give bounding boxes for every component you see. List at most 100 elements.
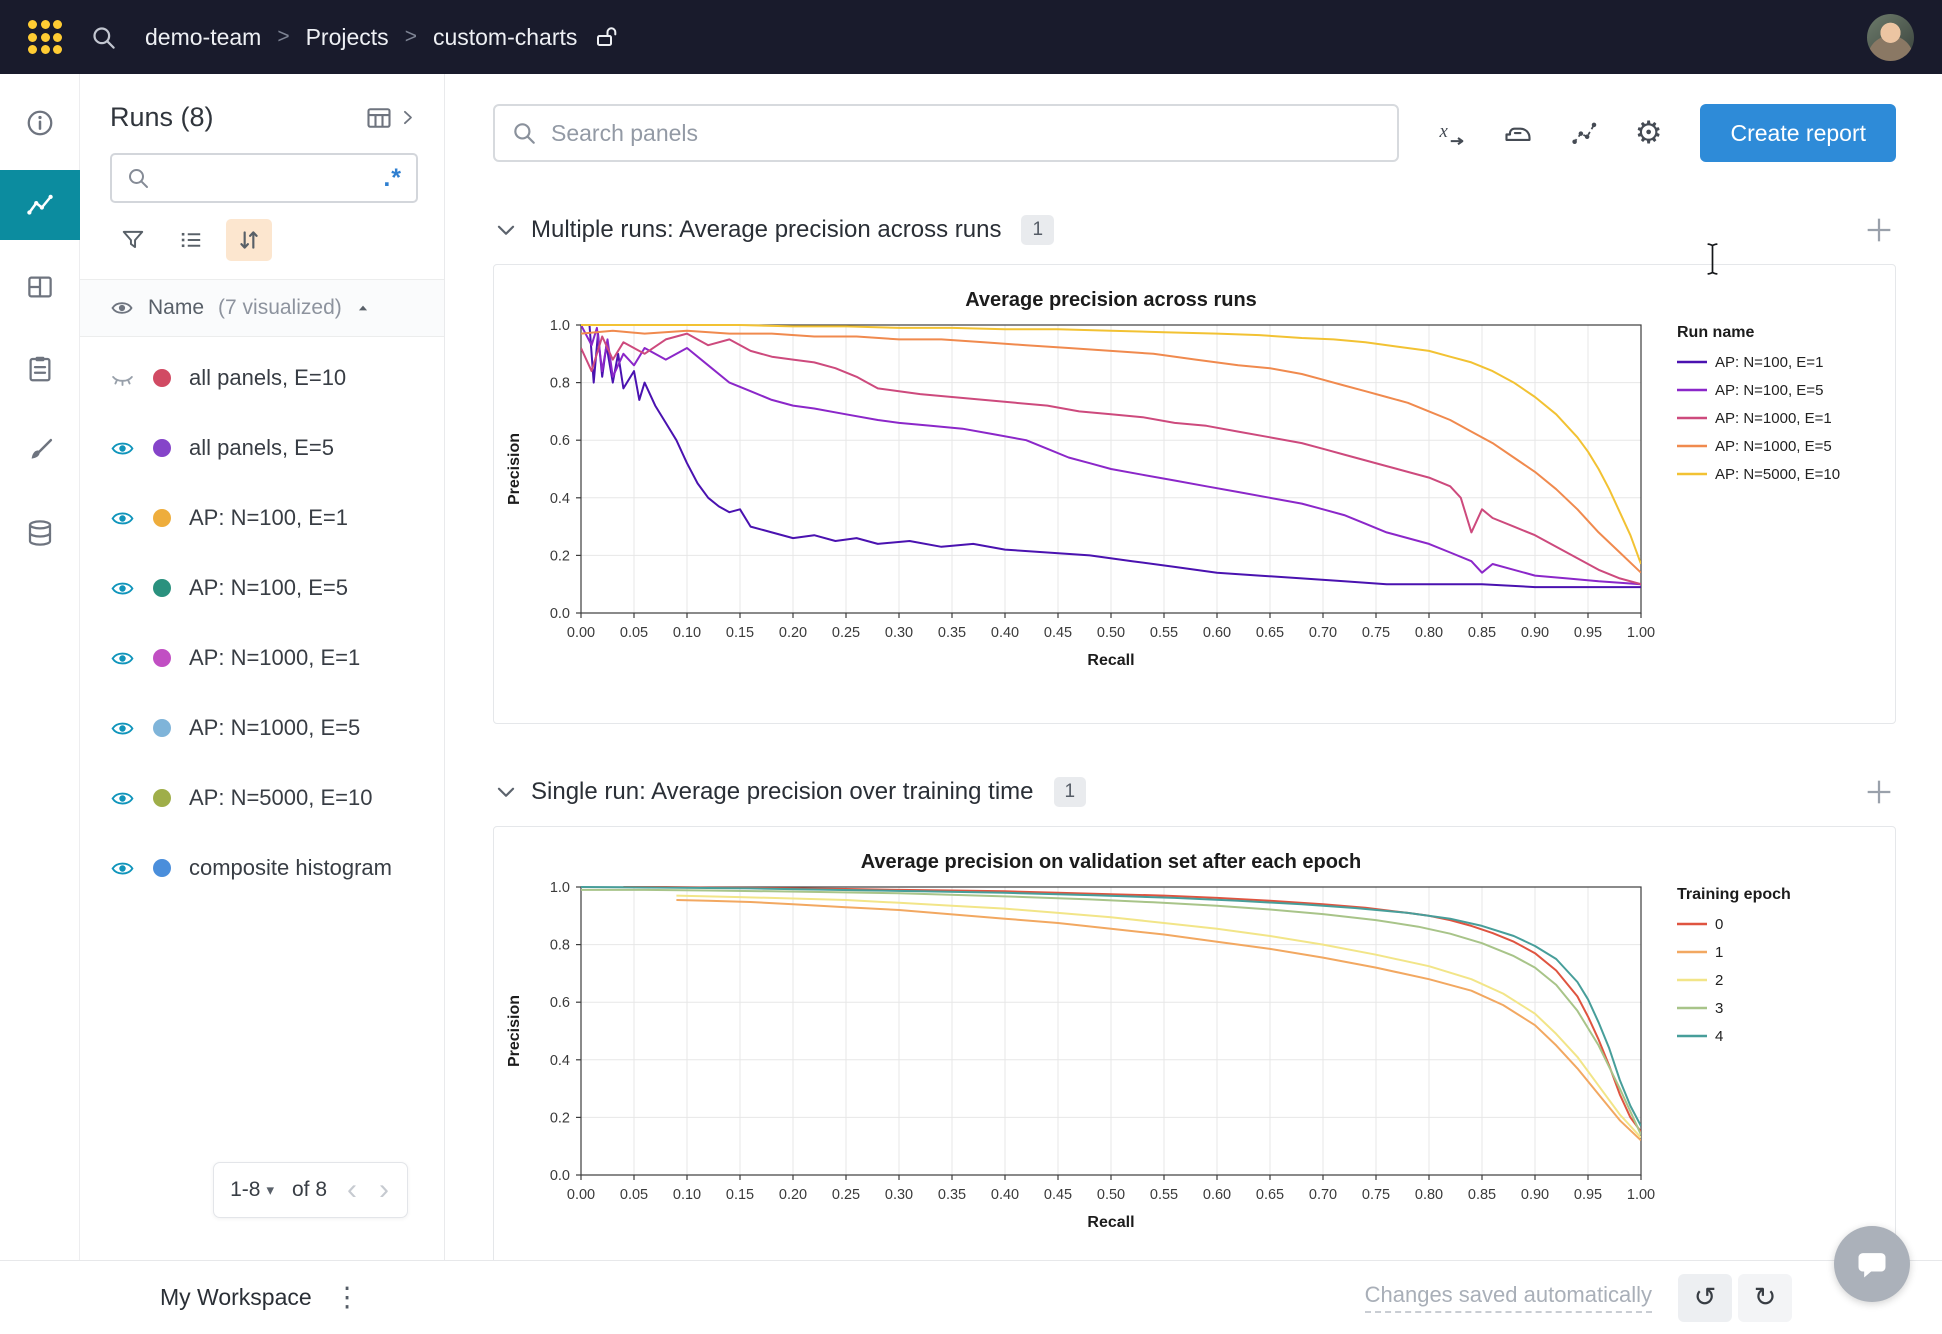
run-row[interactable]: AP: N=1000, E=5	[80, 693, 444, 763]
create-report-button[interactable]: Create report	[1700, 104, 1896, 162]
regex-toggle[interactable]: .*	[383, 164, 402, 193]
next-page-button[interactable]: ›	[377, 1175, 391, 1205]
x-axis-settings-icon[interactable]	[1437, 118, 1467, 148]
run-row[interactable]: all panels, E=10	[80, 343, 444, 413]
group-runs-button[interactable]	[168, 219, 214, 261]
svg-text:Training epoch: Training epoch	[1677, 886, 1791, 903]
prev-page-button[interactable]: ‹	[345, 1175, 359, 1205]
svg-text:1: 1	[1715, 944, 1723, 961]
svg-text:Run name: Run name	[1677, 324, 1754, 341]
svg-text:0.2: 0.2	[549, 1110, 569, 1126]
svg-text:1.0: 1.0	[549, 318, 569, 334]
runs-columns-header[interactable]: Name (7 visualized)	[80, 279, 444, 337]
svg-text:0.10: 0.10	[672, 625, 700, 641]
workspace-main: ⚙ Create report Multiple runs: Average p…	[445, 74, 1942, 1260]
run-row[interactable]: AP: N=1000, E=1	[80, 623, 444, 693]
search-icon	[126, 166, 150, 190]
svg-text:0.05: 0.05	[619, 1187, 647, 1203]
user-avatar[interactable]	[1867, 14, 1914, 61]
run-row[interactable]: AP: N=100, E=1	[80, 483, 444, 553]
run-color-dot	[153, 719, 171, 737]
wandb-logo[interactable]	[28, 20, 62, 54]
run-row[interactable]: all panels, E=5	[80, 413, 444, 483]
breadcrumb-project-link[interactable]: custom-charts	[433, 24, 577, 51]
run-row[interactable]: composite histogram	[80, 833, 444, 903]
runs-search-box[interactable]: .*	[110, 153, 418, 203]
rail-table-button[interactable]	[0, 246, 80, 328]
eye-icon[interactable]	[110, 576, 135, 601]
runs-pagination: 1-8 ▾ of 8 ‹ ›	[213, 1162, 408, 1218]
info-icon	[25, 108, 55, 138]
chart-panel[interactable]: 0.000.050.100.150.200.250.300.350.400.45…	[493, 264, 1896, 724]
eye-icon[interactable]	[110, 786, 135, 811]
text-cursor	[1704, 242, 1721, 276]
rail-sweeps-button[interactable]	[0, 410, 80, 492]
add-panel-icon[interactable]	[1862, 775, 1896, 809]
chevron-down-icon[interactable]	[493, 779, 519, 805]
redo-button[interactable]: ↻	[1738, 1274, 1792, 1322]
panel-section-multiple-runs: Multiple runs: Average precision across …	[493, 208, 1896, 724]
svg-text:1.00: 1.00	[1626, 625, 1654, 641]
eye-icon[interactable]	[110, 646, 135, 671]
eye-icon[interactable]	[110, 436, 135, 461]
add-panel-icon[interactable]	[1862, 213, 1896, 247]
expand-table-chevron-icon[interactable]	[397, 107, 418, 128]
svg-text:Average precision across runs: Average precision across runs	[965, 289, 1257, 311]
smoothing-iron-icon[interactable]	[1503, 118, 1533, 148]
svg-text:0.55: 0.55	[1149, 1187, 1177, 1203]
database-icon	[25, 518, 55, 548]
eye-icon[interactable]	[110, 856, 135, 881]
rail-workspace-button[interactable]	[0, 170, 80, 240]
svg-text:0.40: 0.40	[990, 1187, 1018, 1203]
runs-search-input[interactable]	[160, 165, 373, 191]
page-of-label: of 8	[292, 1178, 327, 1202]
runs-sidebar: Runs (8) .* Name (7 visualized)	[80, 74, 445, 1260]
sort-runs-button[interactable]	[226, 219, 272, 261]
run-row[interactable]: AP: N=5000, E=10	[80, 763, 444, 833]
outliers-scatter-icon[interactable]	[1569, 118, 1599, 148]
chevron-down-icon[interactable]	[493, 217, 519, 243]
runs-table-icon[interactable]	[365, 104, 393, 132]
settings-gear-icon[interactable]: ⚙	[1635, 118, 1663, 149]
panel-search-box[interactable]	[493, 104, 1399, 162]
breadcrumb-team-link[interactable]: demo-team	[145, 24, 261, 51]
run-name: AP: N=100, E=1	[189, 505, 348, 531]
svg-text:0.95: 0.95	[1573, 1187, 1601, 1203]
svg-text:0.95: 0.95	[1573, 625, 1601, 641]
panel-search-input[interactable]	[551, 120, 1381, 147]
run-name: AP: N=100, E=5	[189, 575, 348, 601]
filter-runs-button[interactable]	[110, 219, 156, 261]
run-color-dot	[153, 859, 171, 877]
workspace-menu-kebab-icon[interactable]: ⋮	[334, 1282, 361, 1313]
svg-text:0.70: 0.70	[1308, 625, 1336, 641]
breadcrumb-projects-link[interactable]: Projects	[306, 24, 389, 51]
rail-artifacts-button[interactable]	[0, 492, 80, 574]
rail-overview-button[interactable]	[0, 82, 80, 164]
run-name: AP: N=5000, E=10	[189, 785, 372, 811]
run-color-dot	[153, 369, 171, 387]
svg-text:0.30: 0.30	[884, 625, 912, 641]
svg-text:2: 2	[1715, 972, 1723, 989]
autosave-status: Changes saved automatically	[1365, 1282, 1652, 1313]
eye-off-icon[interactable]	[110, 366, 135, 391]
run-row[interactable]: AP: N=100, E=5	[80, 553, 444, 623]
rail-reports-button[interactable]	[0, 328, 80, 410]
sort-caret-up-icon	[356, 301, 370, 315]
breadcrumb-separator: >	[277, 25, 289, 49]
svg-text:0.4: 0.4	[549, 491, 569, 507]
svg-text:0.0: 0.0	[549, 606, 569, 622]
svg-text:0.55: 0.55	[1149, 625, 1177, 641]
help-chat-button[interactable]	[1834, 1226, 1910, 1302]
run-name: all panels, E=5	[189, 435, 334, 461]
run-name: AP: N=1000, E=1	[189, 645, 360, 671]
svg-text:0.8: 0.8	[549, 938, 569, 954]
breadcrumb-separator: >	[405, 25, 417, 49]
eye-icon[interactable]	[110, 716, 135, 741]
global-search-icon[interactable]	[90, 24, 117, 51]
chart-panel[interactable]: 0.000.050.100.150.200.250.300.350.400.45…	[493, 826, 1896, 1260]
undo-button[interactable]: ↺	[1678, 1274, 1732, 1322]
eye-icon[interactable]	[110, 506, 135, 531]
workspace-title: My Workspace	[160, 1284, 312, 1311]
svg-text:0.75: 0.75	[1361, 1187, 1389, 1203]
page-range-select[interactable]: 1-8 ▾	[230, 1178, 274, 1202]
